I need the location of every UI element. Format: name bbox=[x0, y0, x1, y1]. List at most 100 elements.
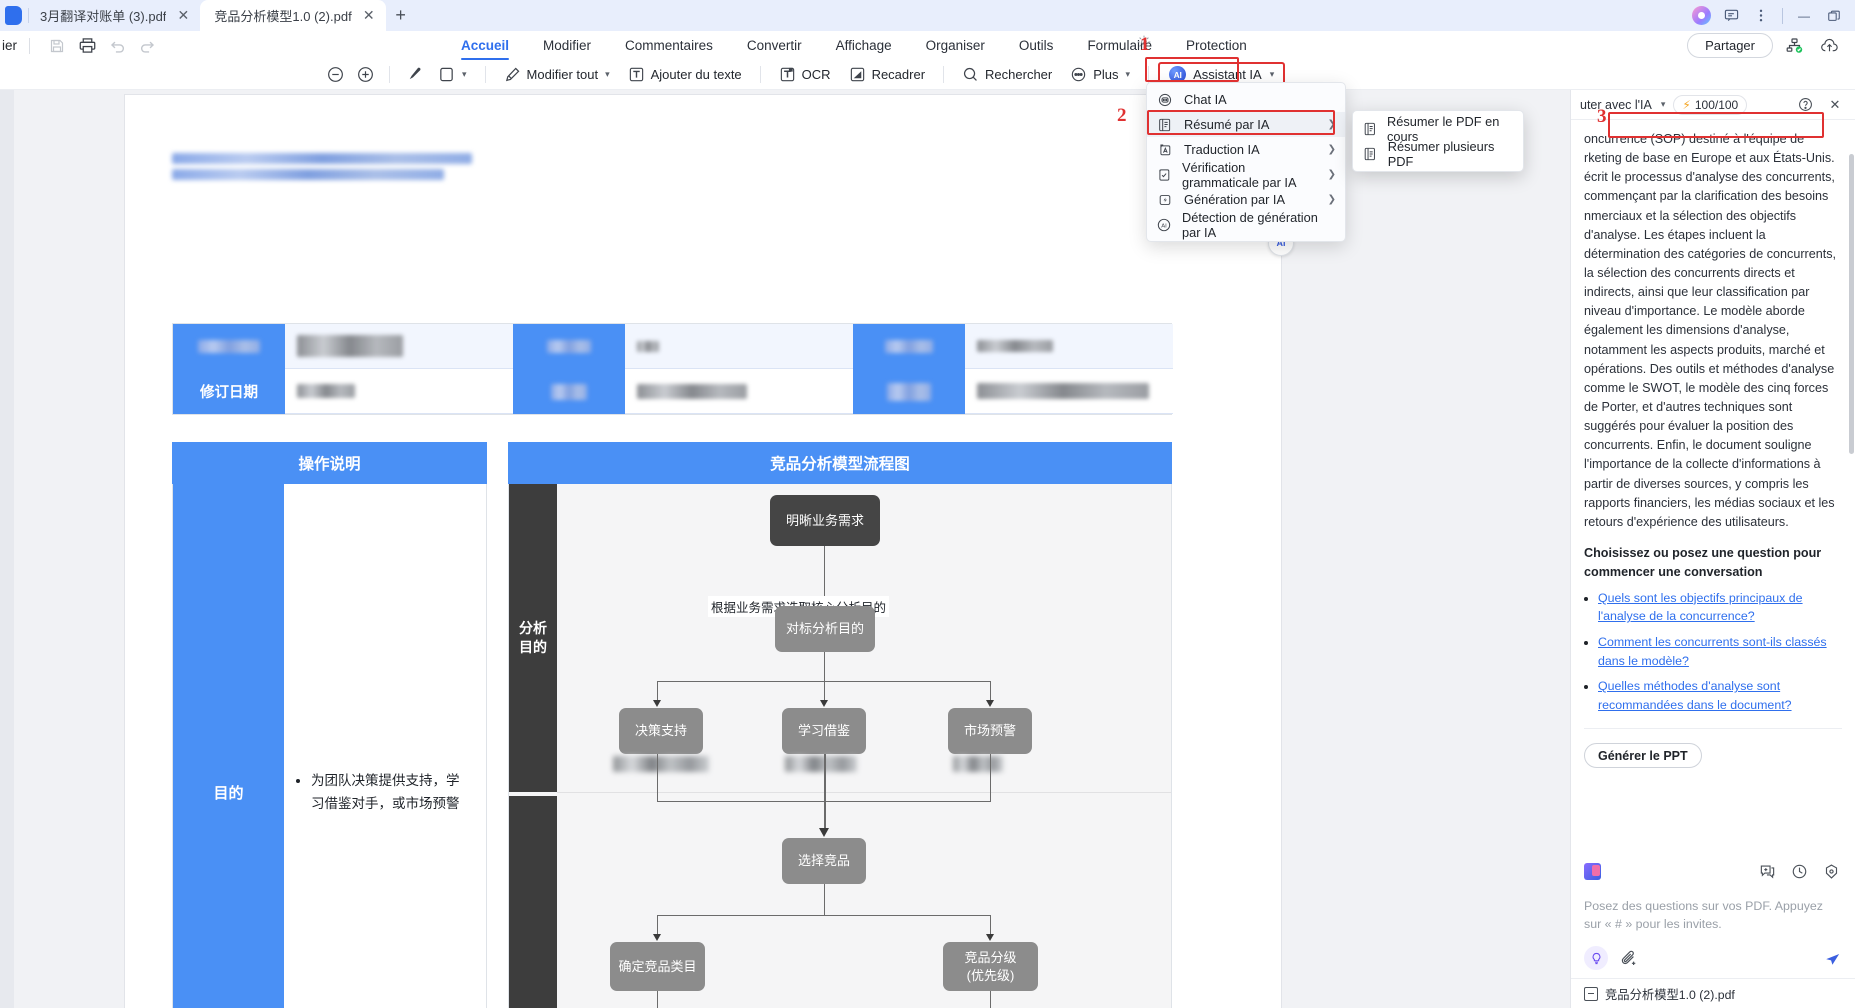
search-button[interactable]: Rechercher bbox=[953, 62, 1061, 87]
ai-input-area[interactable]: Posez des questions sur vos PDF. Appuyez… bbox=[1571, 891, 1855, 934]
ribbon-tab-protection[interactable]: Protection bbox=[1169, 31, 1264, 60]
info-header-cell bbox=[513, 369, 625, 414]
multi-pdf-icon bbox=[1362, 145, 1379, 163]
text-box-icon bbox=[628, 66, 645, 83]
panel-body: 目的 为团队决策提供支持，学习借鉴对手，或市场预警 bbox=[172, 484, 487, 1008]
settings-icon[interactable] bbox=[1820, 861, 1842, 883]
summary-doc-icon bbox=[1156, 116, 1174, 134]
bulb-icon[interactable] bbox=[1584, 946, 1608, 970]
panel-scrollbar[interactable] bbox=[1849, 154, 1854, 454]
submenu-item-resume-multiple-pdf[interactable]: Résumer plusieurs PDF bbox=[1353, 139, 1523, 169]
undo-icon[interactable] bbox=[102, 34, 132, 58]
ai-suggestion-item[interactable]: Comment les concurrents sont-ils classés… bbox=[1598, 633, 1842, 670]
document-tab-2[interactable]: 竞品分析模型1.0 (2).pdf ✕ bbox=[200, 0, 386, 31]
info-value-cell bbox=[965, 324, 1173, 369]
menu-item-generation-par-ia[interactable]: Génération par IA ❯ bbox=[1147, 187, 1345, 212]
flow-section-label-analysis: 分析 目的 bbox=[509, 484, 557, 792]
highlighter-icon[interactable] bbox=[399, 63, 429, 87]
ribbon-tab-outils[interactable]: Outils bbox=[1002, 31, 1071, 60]
panel-title: 操作说明 bbox=[172, 442, 487, 484]
document-tab-1[interactable]: 3月翻译对账单 (3).pdf ✕ bbox=[26, 0, 200, 31]
chevron-down-icon: ▾ bbox=[462, 69, 467, 79]
new-tab-button[interactable]: + bbox=[386, 0, 416, 31]
divider bbox=[389, 66, 390, 83]
ai-suggestion-item[interactable]: Quels sont les objectifs principaux de l… bbox=[1598, 589, 1842, 626]
divider bbox=[1584, 728, 1842, 730]
ai-suggestion-item[interactable]: Quelles méthodes d'analyse sont recomman… bbox=[1598, 677, 1842, 714]
edit-all-label: Modifier tout bbox=[526, 67, 599, 82]
attach-icon[interactable] bbox=[1618, 947, 1640, 969]
sync-status-icon[interactable] bbox=[1783, 34, 1807, 58]
flow-node-market-alert: 市场预警 bbox=[948, 708, 1032, 754]
shape-tool-button[interactable]: ▾ bbox=[429, 62, 476, 87]
chevron-down-icon[interactable]: ▾ bbox=[1661, 99, 1666, 110]
more-button[interactable]: Plus ▾ bbox=[1061, 62, 1139, 87]
menu-item-verification-grammaticale[interactable]: Vérification grammaticale par IA ❯ bbox=[1147, 159, 1345, 190]
save-icon[interactable] bbox=[42, 34, 72, 58]
ribbon-tab-commentaires[interactable]: Commentaires bbox=[608, 31, 730, 60]
minimize-button[interactable]: — bbox=[1791, 3, 1817, 29]
file-menu[interactable]: ier bbox=[0, 38, 17, 53]
send-icon[interactable] bbox=[1823, 949, 1842, 968]
chevron-down-icon: ▾ bbox=[1125, 69, 1131, 79]
search-label: Rechercher bbox=[985, 67, 1053, 82]
divider bbox=[759, 66, 761, 83]
ribbon-tab-formulaire[interactable]: Formulaire bbox=[1070, 31, 1169, 60]
info-value-cell bbox=[625, 324, 853, 369]
cloud-upload-icon[interactable] bbox=[1817, 34, 1841, 58]
close-tab-icon[interactable]: ✕ bbox=[174, 7, 192, 25]
close-tab-icon[interactable]: ✕ bbox=[360, 7, 378, 25]
redacted-title-line bbox=[172, 169, 444, 180]
close-icon[interactable]: ✕ bbox=[1824, 94, 1846, 116]
print-icon[interactable] bbox=[72, 34, 102, 58]
history-icon[interactable] bbox=[1788, 861, 1810, 883]
divider bbox=[484, 66, 486, 83]
edit-all-button[interactable]: Modifier tout ▾ bbox=[495, 62, 619, 87]
menu-item-chat-ia[interactable]: Chat IA bbox=[1147, 87, 1345, 112]
info-value-cell bbox=[285, 369, 513, 414]
pdf-file-icon bbox=[1584, 986, 1598, 1001]
step-marker-3: 3 bbox=[1597, 106, 1607, 127]
redacted-caption bbox=[613, 756, 709, 772]
ribbon-tab-organiser[interactable]: Organiser bbox=[909, 31, 1002, 60]
generate-ppt-button[interactable]: Générer le PPT bbox=[1584, 743, 1702, 769]
flow-node-select-competitor: 选择竞品 bbox=[782, 838, 866, 884]
row-content: 为团队决策提供支持，学习借鉴对手，或市场预警 bbox=[284, 484, 486, 1008]
document-info-table: 修订日期 bbox=[172, 323, 1173, 415]
menu-row-right: Partager bbox=[1687, 33, 1855, 58]
menu-item-label: Vérification grammaticale par IA bbox=[1182, 159, 1297, 190]
flow-section-label-empty bbox=[509, 796, 557, 1008]
avatar[interactable] bbox=[1688, 3, 1714, 29]
ai-conversation-scroll[interactable]: oncurrence (SOP) destiné à l'équipe de r… bbox=[1571, 120, 1855, 853]
redo-icon[interactable] bbox=[132, 34, 162, 58]
menu-item-resume-par-ia[interactable]: Résumé par IA ❯ bbox=[1147, 112, 1345, 137]
svg-text:AI: AI bbox=[1161, 223, 1167, 229]
ribbon-tab-convertir[interactable]: Convertir bbox=[730, 31, 819, 60]
ribbon-tab-accueil[interactable]: Accueil bbox=[444, 31, 526, 60]
menu-item-traduction-ia[interactable]: Traduction IA ❯ bbox=[1147, 137, 1345, 162]
ai-assistant-label: Assistant IA bbox=[1193, 67, 1262, 82]
ribbon-tab-affichage[interactable]: Affichage bbox=[819, 31, 909, 60]
restore-button[interactable] bbox=[1821, 3, 1847, 29]
crop-button[interactable]: Recadrer bbox=[840, 62, 934, 87]
divider bbox=[1148, 66, 1150, 83]
crop-icon bbox=[849, 66, 866, 83]
zoom-in-icon[interactable] bbox=[350, 63, 380, 87]
feedback-icon[interactable] bbox=[1718, 3, 1744, 29]
ai-prompt-title: Choisissez ou posez une question pour co… bbox=[1584, 545, 1822, 579]
attached-file-row[interactable]: 竞品分析模型1.0 (2).pdf bbox=[1571, 978, 1855, 1008]
chat-bot-icon bbox=[1156, 91, 1174, 109]
help-icon[interactable] bbox=[1794, 94, 1816, 116]
token-count-label: 100/100 bbox=[1694, 97, 1739, 112]
more-options-icon[interactable] bbox=[1748, 3, 1774, 29]
add-text-button[interactable]: Ajouter du texte bbox=[619, 62, 751, 87]
submenu-item-resume-current-pdf[interactable]: Résumer le PDF en cours bbox=[1353, 114, 1523, 144]
knowledge-base-icon[interactable] bbox=[1584, 863, 1601, 881]
menu-item-detection-generation[interactable]: AI Détection de génération par IA bbox=[1147, 210, 1345, 240]
zoom-out-icon[interactable] bbox=[320, 63, 350, 87]
share-button[interactable]: Partager bbox=[1687, 33, 1773, 58]
ribbon-tab-modifier[interactable]: Modifier bbox=[526, 31, 608, 60]
chevron-down-icon: ▾ bbox=[605, 69, 610, 79]
ocr-button[interactable]: OCR bbox=[770, 62, 840, 87]
new-chat-icon[interactable] bbox=[1756, 861, 1778, 883]
